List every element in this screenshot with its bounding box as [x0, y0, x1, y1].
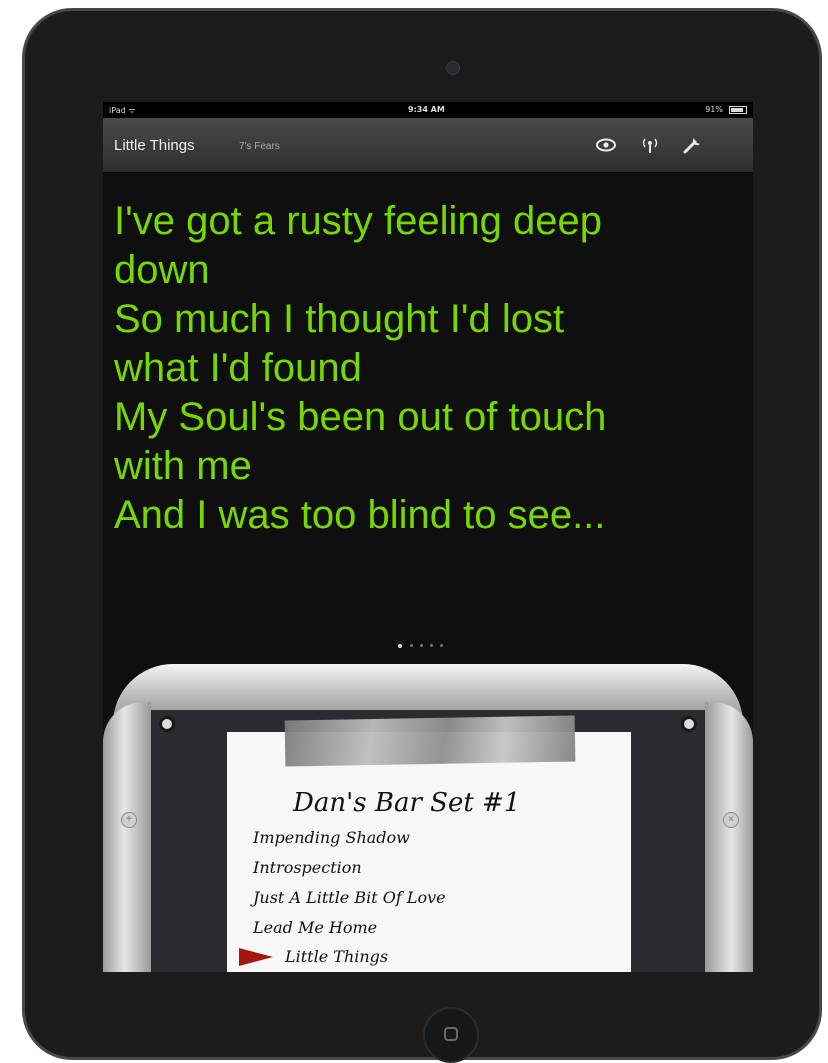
status-carrier: iPad ᯤ	[109, 106, 136, 115]
song-navbar: Little Things 7's Fears	[103, 118, 753, 173]
screw-icon	[159, 716, 175, 732]
eye-icon[interactable]	[595, 135, 617, 155]
page-dot	[410, 644, 413, 647]
song-artist: 7's Fears	[239, 141, 280, 152]
page-dot	[440, 644, 443, 647]
setlist-board[interactable]: + × Dan's Bar Set #1 Impending Shadow In…	[103, 662, 753, 972]
wrench-icon[interactable]	[681, 135, 703, 155]
screw-icon	[681, 716, 697, 732]
page-indicator[interactable]	[398, 644, 468, 650]
page-dot	[420, 644, 423, 647]
status-bar: iPad ᯤ 9:34 AM 91%	[103, 102, 753, 118]
tape-strip	[284, 715, 576, 767]
side-screw-icon: ×	[723, 812, 739, 828]
lyric-line: I've got a rusty feeling deep	[114, 199, 602, 243]
lyrics-display[interactable]: I've got a rusty feeling deep down So mu…	[114, 197, 748, 540]
setlist-item[interactable]: Just A Little Bit Of Love	[253, 888, 446, 907]
setlist-item[interactable]: Impending Shadow	[253, 828, 410, 847]
setlist-paper: Dan's Bar Set #1 Impending Shadow Intros…	[227, 715, 631, 972]
page-dot-active	[398, 644, 402, 648]
setlist-item-current[interactable]: Little Things	[285, 947, 388, 966]
side-screw-icon: +	[121, 812, 137, 828]
status-battery-percent: 91%	[705, 105, 723, 114]
lyric-line: what I'd found	[114, 346, 362, 390]
setlist-title: Dan's Bar Set #1	[293, 788, 521, 818]
lyric-line: with me	[114, 444, 252, 488]
home-button[interactable]	[423, 1007, 479, 1063]
app-screen: iPad ᯤ 9:34 AM 91% Little Things 7's Fea…	[103, 102, 753, 972]
setlist-item[interactable]: Introspection	[253, 858, 362, 877]
status-time: 9:34 AM	[408, 105, 445, 114]
home-square-icon	[444, 1027, 458, 1041]
front-camera	[446, 61, 460, 75]
board-frame-left	[103, 702, 151, 972]
battery-icon	[729, 106, 747, 114]
lyric-line: So much I thought I'd lost	[114, 297, 565, 341]
page-dot	[430, 644, 433, 647]
song-title: Little Things	[114, 137, 195, 154]
current-song-arrow-icon	[239, 948, 273, 966]
lyric-line: My Soul's been out of touch	[114, 395, 607, 439]
broadcast-icon[interactable]	[639, 135, 661, 155]
setlist-item[interactable]: Lead Me Home	[253, 918, 377, 937]
lyric-line: down	[114, 248, 210, 292]
lyric-line: And I was too blind to see...	[114, 493, 606, 537]
board-frame-right	[705, 702, 753, 972]
